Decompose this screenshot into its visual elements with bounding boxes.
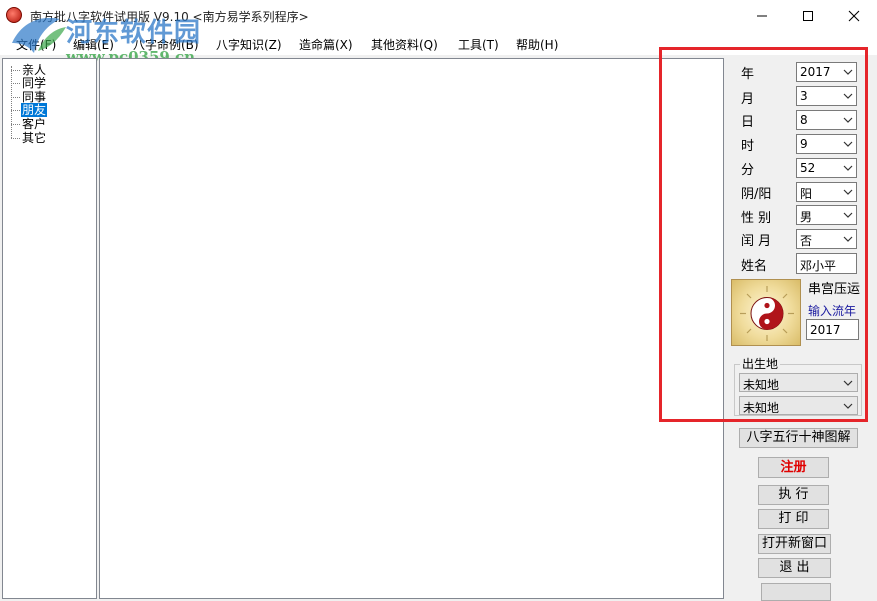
menu-help[interactable]: 帮助(H): [516, 36, 558, 53]
menu-bazi-knowledge[interactable]: 八字知识(Z): [216, 36, 282, 53]
minimize-button[interactable]: [739, 0, 785, 31]
tree-item[interactable]: 客户: [11, 117, 91, 131]
menu-zaoming[interactable]: 造命篇(X): [299, 36, 353, 53]
exit-button[interactable]: 退 出: [758, 558, 831, 578]
tree-item-label: 亲人: [22, 63, 47, 77]
tree-item-label: 客户: [22, 117, 47, 131]
blank-button[interactable]: [761, 583, 831, 601]
execute-button[interactable]: 执 行: [758, 485, 829, 505]
close-button[interactable]: [831, 0, 877, 31]
tree-item[interactable]: 同学: [11, 76, 91, 90]
tree-item-label: 其它: [22, 131, 47, 145]
menu-tools[interactable]: 工具(T): [458, 36, 499, 53]
maximize-button[interactable]: [785, 0, 831, 31]
watermark-site-name: 河东软件园: [66, 18, 202, 48]
wuxing-diagram-button[interactable]: 八字五行十神图解: [739, 428, 858, 448]
category-tree[interactable]: 亲人 同学 同事 朋友 客户 其它: [2, 58, 97, 599]
main-content-area[interactable]: [99, 58, 724, 599]
maximize-icon: [803, 10, 813, 21]
register-button[interactable]: 注册: [758, 457, 829, 478]
close-icon: [848, 10, 860, 21]
tree-item-label: 朋友: [21, 103, 48, 117]
annotation-highlight-box: [659, 47, 868, 422]
minimize-icon: [757, 15, 767, 16]
tree-item-label: 同学: [22, 76, 47, 90]
open-new-window-button[interactable]: 打开新窗口: [758, 534, 831, 554]
watermark-logo-icon: [12, 17, 66, 53]
print-button[interactable]: 打 印: [758, 509, 829, 529]
tree-item-selected[interactable]: 朋友: [11, 103, 91, 117]
tree-item[interactable]: 亲人: [11, 63, 91, 77]
tree-item[interactable]: 其它: [11, 131, 91, 145]
tree-item[interactable]: 同事: [11, 90, 91, 104]
menu-other-info[interactable]: 其他资料(Q): [371, 36, 438, 53]
tree-item-label: 同事: [22, 90, 47, 104]
